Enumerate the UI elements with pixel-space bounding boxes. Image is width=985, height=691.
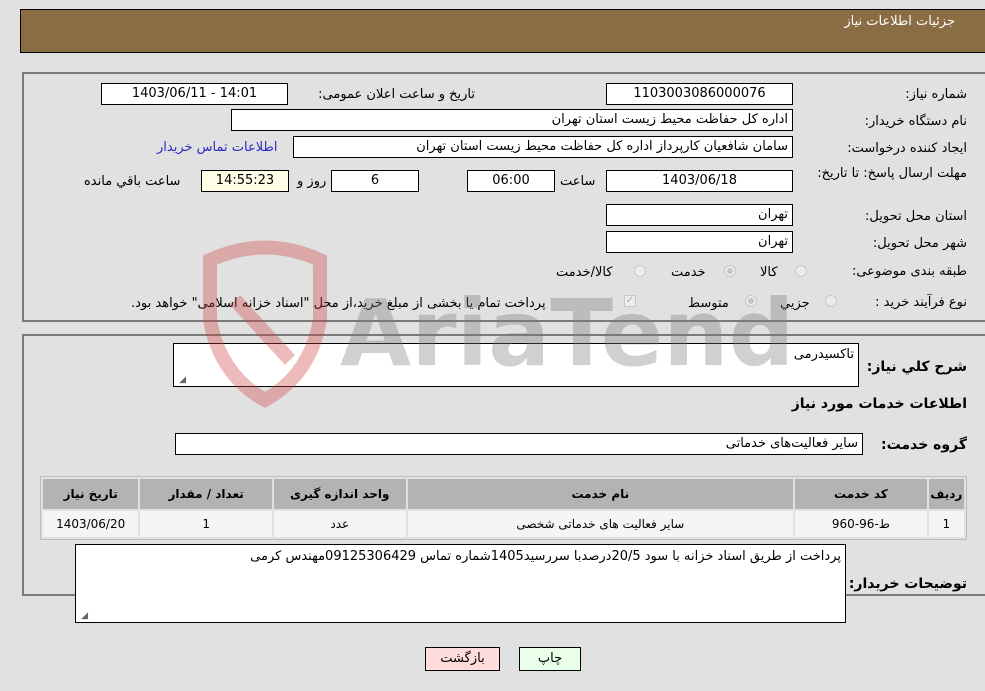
general-desc-label: شرح کلي نياز: <box>866 359 967 375</box>
delivery-province-label: استان محل تحویل: <box>865 209 967 224</box>
buyer-notes-text: پرداخت از طریق اسناد خزانه با سود 20/5در… <box>250 549 841 564</box>
buyer-notes-textarea[interactable]: پرداخت از طریق اسناد خزانه با سود 20/5در… <box>75 544 846 623</box>
buyer-contact-link[interactable]: اطلاعات تماس خریدار <box>157 140 277 155</box>
service-group-label: گروه خدمت: <box>881 437 967 453</box>
treasury-note: پرداخت تمام یا بخشی از مبلغ خرید،از محل … <box>131 296 546 311</box>
cell-quantity: 1 <box>140 511 272 537</box>
col-service-name: نام خدمت <box>407 479 794 509</box>
category-radio-service[interactable] <box>724 265 736 277</box>
cell-service-code: ط-96-960 <box>795 511 927 537</box>
process-radio-medium[interactable] <box>745 295 757 307</box>
deadline-time-field[interactable]: 06:00 <box>467 170 555 192</box>
resize-grip-icon[interactable]: ◢ <box>78 611 88 621</box>
general-desc-text: تاکسیدرمی <box>793 347 854 362</box>
process-option-medium: متوسط <box>688 296 729 311</box>
buyer-notes-label: توضیحات خریدار: <box>848 576 967 592</box>
general-desc-textarea[interactable]: تاکسیدرمی ◢ <box>173 343 859 387</box>
resize-grip-icon[interactable]: ◢ <box>176 375 186 385</box>
announce-datetime-label: تاریخ و ساعت اعلان عمومی: <box>318 87 475 102</box>
delivery-city-field[interactable]: تهران <box>606 231 793 253</box>
col-need-date: تاریخ نیاز <box>43 479 139 509</box>
need-number-field[interactable]: 1103003086000076 <box>606 83 793 105</box>
days-remaining-field[interactable]: 6 <box>331 170 419 192</box>
category-radio-goods-service[interactable] <box>634 265 646 277</box>
col-quantity: تعداد / مقدار <box>140 479 272 509</box>
announce-datetime-field[interactable]: 1403/06/11 - 14:01 <box>101 83 288 105</box>
services-heading: اطلاعات خدمات مورد نياز <box>791 396 967 412</box>
cell-row-number: 1 <box>928 511 964 537</box>
category-option-goods-service: کالا/خدمت <box>556 265 613 280</box>
deadline-label: مهلت ارسال پاسخ: تا تاریخ: <box>817 166 967 181</box>
category-option-goods: کالا <box>760 265 778 280</box>
category-option-service: خدمت <box>671 265 706 280</box>
cell-need-date: 1403/06/20 <box>43 511 139 537</box>
col-service-code: کد خدمت <box>795 479 927 509</box>
requester-field[interactable]: سامان شافعیان کارپرداز اداره کل حفاظت مح… <box>293 136 793 158</box>
col-unit: واحد اندازه گیری <box>273 479 406 509</box>
col-row-number: ردیف <box>928 479 964 509</box>
table-row[interactable]: 1403/06/20 1 عدد سایر فعالیت های خدماتی … <box>43 511 964 537</box>
category-radio-goods[interactable] <box>795 265 807 277</box>
service-group-field[interactable]: سایر فعالیت‌های خدماتی <box>175 433 863 455</box>
time-remaining-field[interactable]: 14:55:23 <box>201 170 289 192</box>
days-label: روز و <box>297 174 327 189</box>
table-header-row: تاریخ نیاز تعداد / مقدار واحد اندازه گیر… <box>43 479 964 509</box>
deadline-time-label: ساعت <box>560 174 596 189</box>
time-remaining-label: ساعت باقي مانده <box>84 174 181 189</box>
delivery-province-field[interactable]: تهران <box>606 204 793 226</box>
page-header <box>20 9 985 53</box>
purchase-process-label: نوع فرآیند خرید : <box>875 295 967 310</box>
treasury-checkbox[interactable]: ✓ <box>624 295 636 307</box>
need-number-label: شماره نیاز: <box>905 87 967 102</box>
services-table: تاریخ نیاز تعداد / مقدار واحد اندازه گیر… <box>40 476 967 540</box>
cell-unit: عدد <box>273 511 406 537</box>
deadline-date-field[interactable]: 1403/06/18 <box>606 170 793 192</box>
delivery-city-label: شهر محل تحویل: <box>872 236 967 251</box>
print-button[interactable]: چاپ <box>519 647 581 671</box>
buyer-org-label: نام دستگاه خریدار: <box>864 114 967 129</box>
process-option-minor: جزیي <box>780 296 810 311</box>
cell-service-name: سایر فعالیت های خدماتی شخصی <box>407 511 794 537</box>
process-radio-minor[interactable] <box>825 295 837 307</box>
back-button[interactable]: بازگشت <box>425 647 500 671</box>
buyer-org-field[interactable]: اداره کل حفاظت محیط زیست استان تهران <box>231 109 793 131</box>
category-label: طبقه بندی موضوعی: <box>851 264 967 279</box>
requester-label: ایجاد کننده درخواست: <box>847 141 967 156</box>
page-title: جزئیات اطلاعات نیاز <box>844 14 955 29</box>
